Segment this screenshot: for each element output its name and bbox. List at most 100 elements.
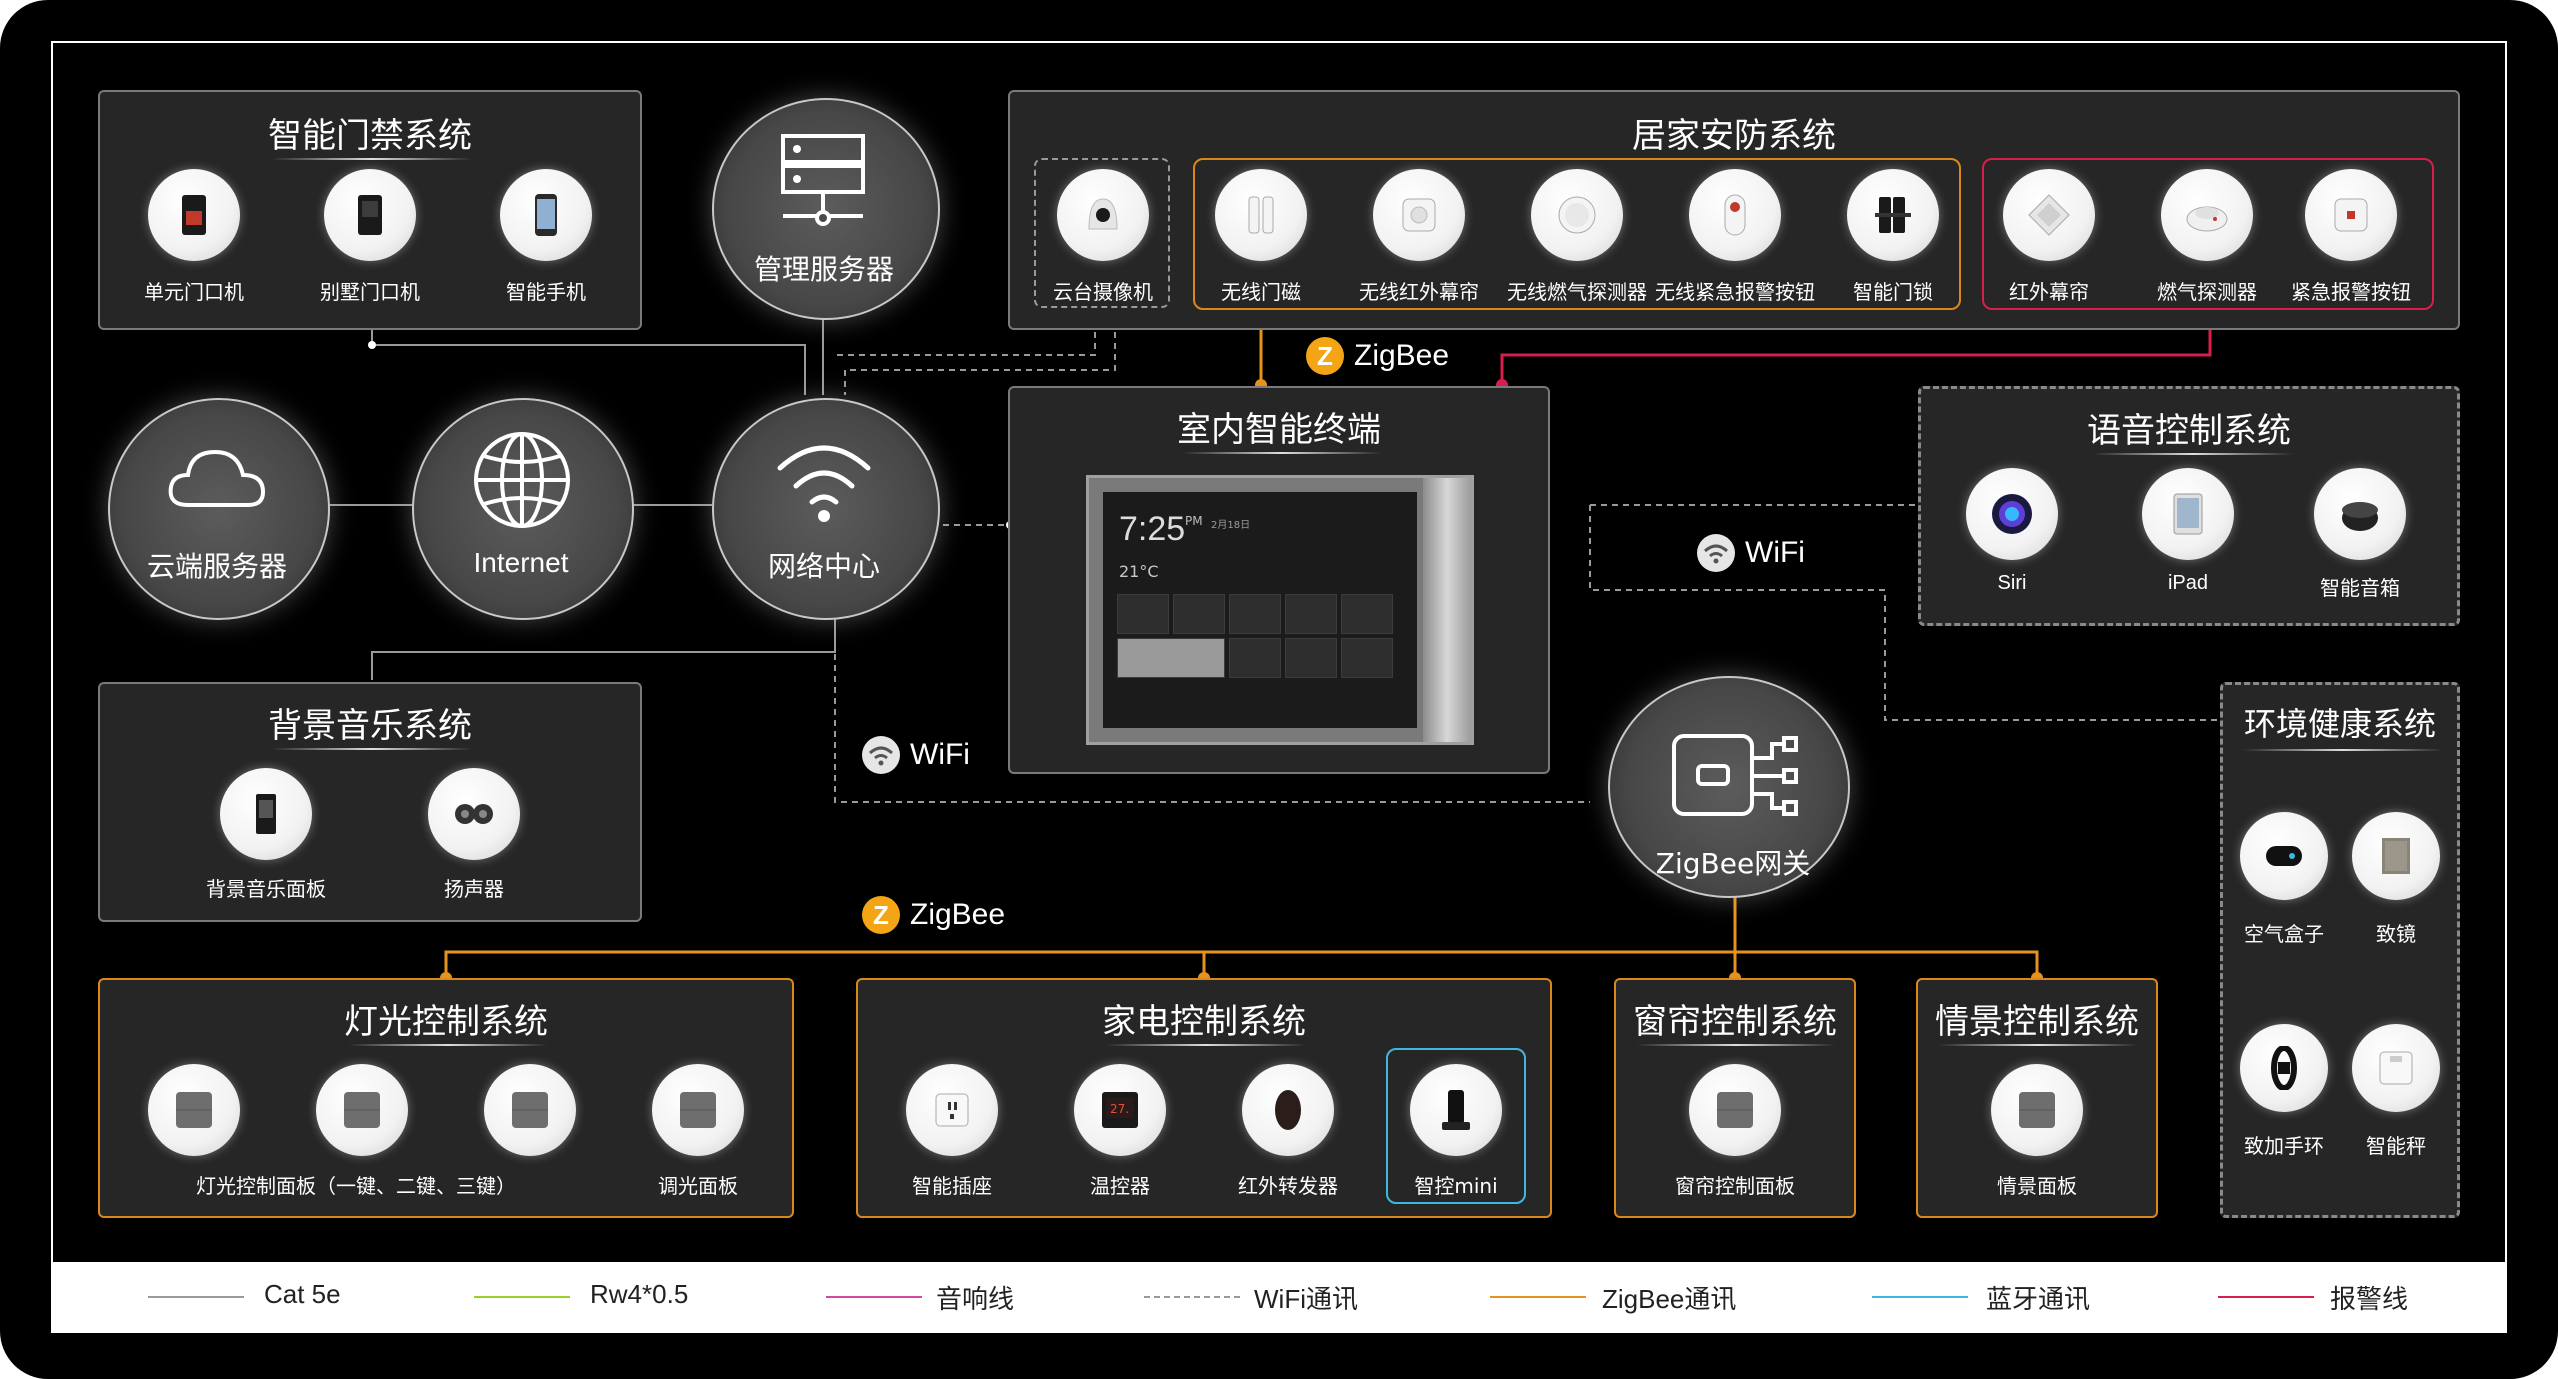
door-lock-icon [1875, 197, 1911, 233]
panel-title: 家电控制系统 [1102, 1002, 1306, 1042]
alarm-button-icon [2334, 198, 2368, 232]
line-legend: Cat 5e Rw4*0.5 音响线 WiFi通讯 ZigBee通讯 蓝牙通讯 … [52, 1262, 2506, 1332]
gas-detector-device[interactable] [1531, 169, 1623, 261]
title-divider [2093, 453, 2293, 455]
legend-label: Rw4*0.5 [590, 1279, 689, 1309]
screen-tile[interactable] [1229, 594, 1281, 634]
wristband-device[interactable] [2240, 1024, 2328, 1112]
smart-scale-device[interactable] [2352, 1024, 2440, 1112]
screen-tile[interactable] [1285, 594, 1337, 634]
screen-tile[interactable] [1229, 638, 1281, 678]
music-panel-icon [256, 794, 276, 834]
legend-label: Cat 5e [264, 1279, 341, 1309]
light-panel-one-key[interactable] [148, 1064, 240, 1156]
mirror-device[interactable] [2352, 812, 2440, 900]
dimmer-panel-device[interactable] [652, 1064, 744, 1156]
infrared-curtain-device[interactable] [1373, 169, 1465, 261]
screen-tile[interactable] [1285, 638, 1337, 678]
panel-title: 背景音乐系统 [268, 706, 472, 746]
legend-swatch-bluetooth [1872, 1296, 1968, 1298]
ptz-camera-device[interactable] [1057, 169, 1149, 261]
screen-tile[interactable] [1341, 638, 1393, 678]
infrared-curtain-icon [1402, 198, 1436, 232]
device-label: 窗帘控制面板 [1675, 1174, 1795, 1198]
zigbee-label-mid: ZigBee [910, 898, 1006, 931]
unit-intercom-device[interactable] [148, 169, 240, 261]
zigbee-icon: Z [862, 896, 900, 934]
device-label: 智控mini [1414, 1174, 1498, 1198]
legend-label: WiFi通讯 [1254, 1284, 1358, 1314]
management-server-label: 管理服务器 [753, 253, 895, 286]
legend-label: ZigBee通讯 [1602, 1284, 1737, 1314]
light-panel-two-key[interactable] [316, 1064, 408, 1156]
curtain-panel-icon [1717, 1092, 1753, 1128]
panel-title: 情景控制系统 [1935, 1002, 2139, 1042]
curtain-panel-device[interactable] [1689, 1064, 1781, 1156]
scene-panel-icon [2019, 1092, 2055, 1128]
villa-intercom-icon [358, 195, 382, 235]
screen-tile[interactable] [1117, 594, 1169, 634]
screen-display: 7:25 PM 2月18日 21°C [1103, 492, 1417, 728]
smart-speaker-device[interactable] [2314, 468, 2406, 560]
legend-label: 蓝牙通讯 [1986, 1284, 2091, 1314]
thermostat-device[interactable]: 27. [1074, 1064, 1166, 1156]
device-label: 燃气探测器 [2157, 280, 2257, 304]
smartphone-icon [535, 194, 557, 236]
thermostat-icon: 27. [1102, 1092, 1138, 1128]
gas-detector-icon [1558, 196, 1596, 234]
ptz-camera-icon [1088, 198, 1118, 230]
zigbee-label-top: ZigBee [1354, 339, 1450, 372]
device-label: 致加手环 [2244, 1134, 2324, 1158]
zigbee-badge-top: Z ZigBee [1306, 337, 1449, 375]
light-panel-three-key[interactable] [484, 1064, 576, 1156]
legend-label: 报警线 [2330, 1284, 2409, 1314]
wifi-badge-icon [1697, 534, 1735, 572]
emergency-button-icon [1724, 194, 1746, 236]
intercom-icon [182, 195, 206, 235]
mirror-icon [2382, 838, 2410, 874]
smart-socket-device[interactable] [906, 1064, 998, 1156]
emergency-button-device[interactable] [1689, 169, 1781, 261]
mini-controller-device[interactable] [1410, 1064, 1502, 1156]
scene-panel-device[interactable] [1991, 1064, 2083, 1156]
smoke-detector-device[interactable] [2161, 169, 2253, 261]
door-sensor-icon [1248, 196, 1274, 234]
ir-repeater-icon [1275, 1090, 1301, 1130]
legend-swatch-cat5e [148, 1296, 244, 1298]
legend-swatch-audio [826, 1296, 922, 1298]
door-lock-device[interactable] [1847, 169, 1939, 261]
door-sensor-device[interactable] [1215, 169, 1307, 261]
terminal-screen[interactable]: 7:25 PM 2月18日 21°C [1086, 475, 1474, 745]
title-divider [1636, 1044, 1836, 1046]
ir-repeater-device[interactable] [1242, 1064, 1334, 1156]
screen-tile[interactable] [1341, 594, 1393, 634]
svg-text:27.: 27. [1110, 1102, 1129, 1116]
legend-swatch-rw4 [474, 1296, 570, 1298]
dimmer-panel-icon [680, 1092, 716, 1128]
ipad-device[interactable] [2142, 468, 2234, 560]
panel-title: 环境健康系统 [2243, 705, 2436, 743]
air-box-device[interactable] [2240, 812, 2328, 900]
device-label: 灯光控制面板（一键、二键、三键） [196, 1174, 516, 1198]
alarm-button-device[interactable] [2305, 169, 2397, 261]
device-label: 红外幕帘 [2009, 280, 2089, 304]
speaker-device[interactable] [428, 768, 520, 860]
device-label: 智能秤 [2366, 1134, 2426, 1158]
panel-title: 语音控制系统 [2087, 411, 2291, 451]
device-label: 单元门口机 [144, 280, 244, 304]
villa-intercom-device[interactable] [324, 169, 416, 261]
smartphone-device[interactable] [500, 169, 592, 261]
infrared-device[interactable] [2003, 169, 2095, 261]
network-center-label: 网络中心 [767, 550, 881, 583]
internet-label: Internet [473, 547, 569, 578]
legend-swatch-alarm [2218, 1296, 2314, 1298]
cloud-server-label: 云端服务器 [146, 550, 288, 583]
title-divider [1182, 452, 1382, 454]
legend-swatch-zigbee [1490, 1296, 1586, 1298]
screen-tile[interactable] [1173, 594, 1225, 634]
siri-device[interactable] [1966, 468, 2058, 560]
music-panel-device[interactable] [220, 768, 312, 860]
screen-tile-active[interactable] [1117, 638, 1225, 678]
zigbee-badge-mid: Z ZigBee [862, 896, 1005, 934]
panel-title: 室内智能终端 [1177, 410, 1381, 450]
